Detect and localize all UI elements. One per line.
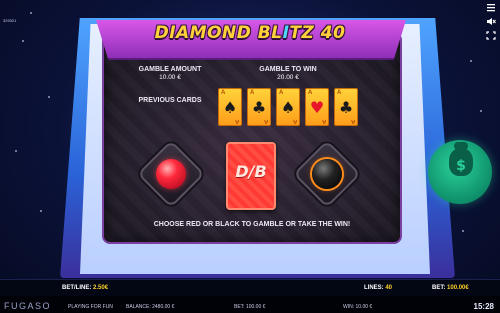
bet-per-line-value: 2.50€: [93, 285, 109, 291]
previous-card: A ♠ A: [276, 88, 300, 126]
previous-card: A ♣ A: [334, 88, 358, 126]
gamble-amount-value: 10.00 €: [159, 74, 181, 81]
gamble-to-win-label: GAMBLE TO WIN: [259, 66, 317, 73]
background-star: [48, 96, 50, 98]
bet-per-line[interactable]: BET/LINE: 2.50€: [62, 285, 108, 291]
lines-count[interactable]: LINES: 40: [364, 285, 392, 291]
card-rank-bottom: A: [350, 118, 355, 124]
bet-per-line-label: BET/LINE:: [62, 285, 92, 291]
lines-label: LINES:: [364, 285, 384, 291]
menu-icon[interactable]: [486, 3, 496, 12]
deck-logo: D/B: [235, 162, 267, 181]
background-star: [470, 60, 472, 62]
gamble-amount-label: GAMBLE AMOUNT: [138, 66, 202, 73]
background-star: [40, 210, 42, 212]
background-star: [15, 150, 17, 152]
card-rank: A: [279, 90, 284, 96]
background-star: [462, 230, 464, 232]
black-button[interactable]: [312, 159, 342, 189]
red-button[interactable]: [156, 159, 186, 189]
total-bet[interactable]: BET: 100.00€: [432, 285, 469, 291]
card-suit-icon: ♣: [251, 98, 267, 117]
clock: 15:28: [473, 302, 494, 311]
card-rank-bottom: A: [321, 118, 326, 124]
game-logo: DIAMOND BLITZ 40: [150, 23, 350, 49]
previous-card: A ♣ A: [247, 88, 271, 126]
previous-cards-label: PREVIOUS CARDS: [138, 97, 202, 104]
game-logo-text: DIAMOND BLITZ 40: [154, 23, 346, 43]
version-label: 329321: [3, 18, 17, 23]
card-suit-icon: ♣: [338, 98, 354, 117]
gamble-instruction: CHOOSE RED OR BLACK TO GAMBLE OR TAKE TH…: [153, 221, 351, 228]
fullscreen-icon[interactable]: [486, 31, 496, 40]
card-rank: A: [250, 90, 255, 96]
gamble-card-back: D/B: [226, 142, 276, 210]
gamble-to-win-value: 20.00 €: [277, 74, 299, 81]
brand-logo: FUGASO: [4, 301, 52, 311]
card-rank-bottom: A: [292, 118, 297, 124]
background-star: [22, 40, 24, 42]
gamble-panel: [102, 32, 402, 244]
footer-bet: BET: 100.00 €: [234, 304, 266, 310]
card-rank: A: [337, 90, 342, 96]
speaker-mute-icon[interactable]: [486, 17, 496, 26]
previous-card: A ♥ A: [305, 88, 329, 126]
background-star: [30, 12, 32, 14]
card-suit-icon: ♠: [222, 98, 238, 117]
card-rank: A: [221, 90, 226, 96]
card-suit-icon: ♠: [280, 98, 296, 117]
lines-value: 40: [385, 285, 393, 291]
balance: BALANCE: 2480.00 €: [126, 304, 175, 310]
card-rank: A: [308, 90, 313, 96]
footer-win: WIN: 10.00 €: [343, 304, 373, 310]
card-rank-bottom: A: [234, 118, 239, 124]
lightning-bolt-icon: I: [282, 23, 290, 43]
play-mode: PLAYING FOR FUN: [68, 304, 113, 310]
total-bet-label: BET:: [432, 285, 446, 291]
card-rank-bottom: A: [263, 118, 268, 124]
background-star: [480, 110, 482, 112]
total-bet-value: 100.00€: [447, 285, 469, 291]
card-suit-icon: ♥: [309, 98, 325, 117]
dollar-icon: $: [456, 158, 466, 174]
previous-card: A ♠ A: [218, 88, 242, 126]
